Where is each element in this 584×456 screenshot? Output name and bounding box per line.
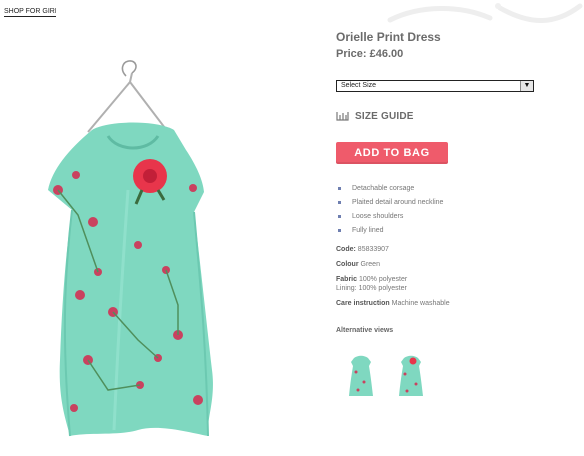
care-value: Machine washable <box>391 300 450 307</box>
dress-body <box>48 122 213 436</box>
code-row: Code: 85833907 <box>336 245 576 254</box>
decorative-swirl <box>387 3 583 23</box>
top-nav-link[interactable]: SHOP FOR GIRLS <box>4 8 56 18</box>
feature-text: Loose shoulders <box>352 213 404 220</box>
fabric-label: Fabric <box>336 276 358 283</box>
fabric-row: Fabric 100% polyester Lining: 100% polye… <box>336 275 576 293</box>
colour-row: Colour Green <box>336 260 576 269</box>
product-info: Orielle Print Dress Price: £46.00 <box>336 30 576 61</box>
hanger-hook-icon <box>121 60 137 77</box>
bullet-icon <box>338 201 341 204</box>
code-label: Code: <box>336 246 356 253</box>
size-select[interactable]: Select Size ▼ <box>336 80 534 92</box>
fabric-lining: Lining: 100% polyester <box>336 285 407 292</box>
price-value: £46.00 <box>369 48 404 60</box>
alternative-views-title: Alternative views <box>336 327 394 334</box>
ruler-icon <box>336 112 349 121</box>
size-guide-link[interactable]: SIZE GUIDE <box>336 109 414 123</box>
feature-text: Plaited detail around neckline <box>352 199 444 206</box>
product-details: Code: 85833907 Colour Green Fabric 100% … <box>336 245 576 314</box>
colour-label: Colour <box>336 261 359 268</box>
care-label: Care instruction <box>336 300 390 307</box>
feature-list: Detachable corsage Plaited detail around… <box>336 182 443 238</box>
list-item: Fully lined <box>336 224 443 238</box>
care-row: Care instruction Machine washable <box>336 299 576 308</box>
feature-text: Detachable corsage <box>352 185 415 192</box>
colour-value: Green <box>360 261 380 268</box>
alternative-view-thumbnail[interactable] <box>396 352 426 398</box>
add-to-bag-button[interactable]: ADD TO BAG <box>336 142 448 164</box>
price-label: Price: <box>336 48 367 60</box>
bullet-icon <box>338 215 341 218</box>
code-value: 85833907 <box>357 246 389 253</box>
alternative-view-thumbnail[interactable] <box>346 352 376 398</box>
list-item: Detachable corsage <box>336 182 443 196</box>
bullet-icon <box>338 229 341 232</box>
size-select-value: Select Size <box>341 82 377 89</box>
fabric-value: 100% polyester <box>358 276 408 283</box>
price-row: Price: £46.00 <box>336 48 576 61</box>
size-guide-label: SIZE GUIDE <box>355 110 414 122</box>
list-item: Loose shoulders <box>336 210 443 224</box>
product-title: Orielle Print Dress <box>336 30 441 44</box>
top-nav-link-text: SHOP FOR GIRLS <box>4 8 56 17</box>
product-main-image[interactable] <box>18 40 268 440</box>
list-item: Plaited detail around neckline <box>336 196 443 210</box>
chevron-down-icon[interactable]: ▼ <box>520 81 533 91</box>
feature-text: Fully lined <box>352 227 384 234</box>
bullet-icon <box>338 187 341 190</box>
